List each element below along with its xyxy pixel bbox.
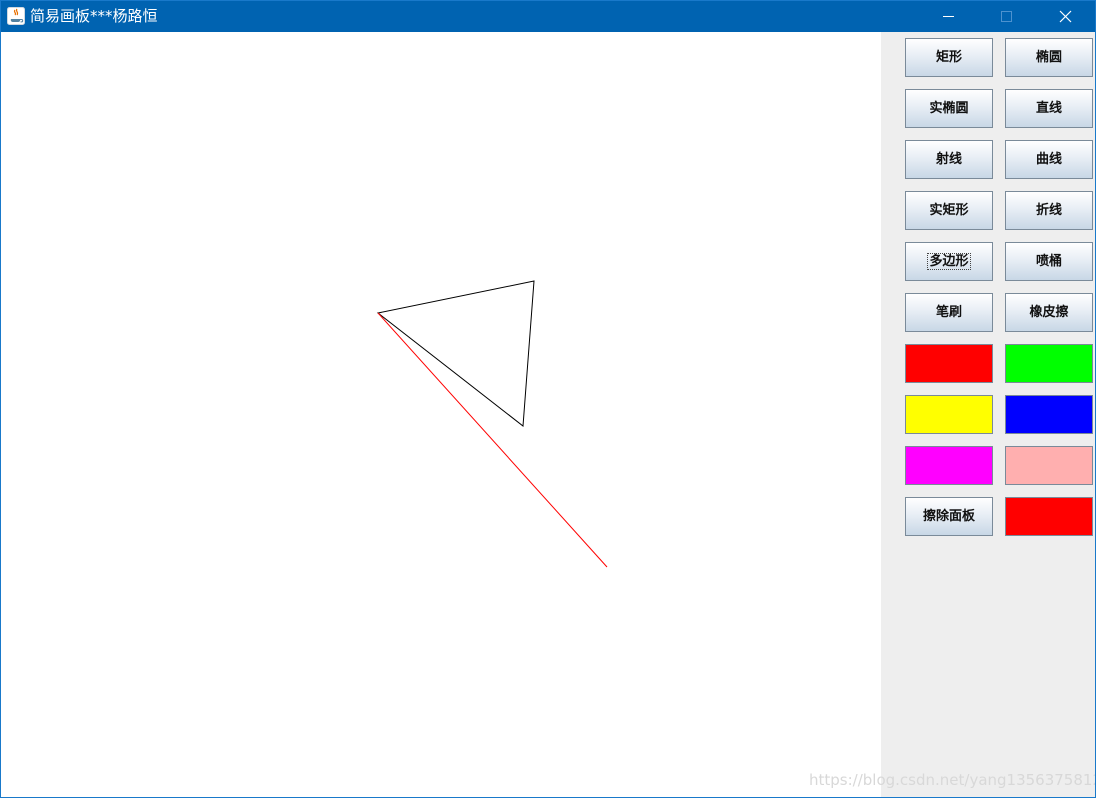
- maximize-icon: [1001, 11, 1012, 22]
- minimize-icon: [943, 16, 954, 17]
- tool-panel: 矩形 椭圆 实椭圆 直线 射线 曲线 实矩形 折线 多边形 喷桶 笔刷 橡皮擦 …: [881, 32, 1095, 797]
- eraser-tool-label: 橡皮擦: [1029, 305, 1069, 320]
- brush-tool-label: 笔刷: [935, 305, 962, 320]
- spray-tool-button[interactable]: 喷桶: [1005, 242, 1093, 281]
- current-color-indicator: [1005, 497, 1093, 536]
- line-tool-label: 直线: [1035, 101, 1062, 116]
- filled-rectangle-tool-button[interactable]: 实矩形: [905, 191, 993, 230]
- window-title: 简易画板***杨路恒: [30, 7, 158, 25]
- filled-oval-tool-label: 实椭圆: [929, 101, 969, 116]
- line-tool-button[interactable]: 直线: [1005, 89, 1093, 128]
- oval-tool-label: 椭圆: [1035, 50, 1062, 65]
- title-bar[interactable]: 简易画板***杨路恒: [1, 1, 1095, 32]
- close-button[interactable]: [1037, 1, 1095, 32]
- drawing-surface: [376, 280, 608, 568]
- drawn-triangle: [376, 280, 535, 427]
- minimize-button[interactable]: [919, 1, 977, 32]
- polyline-tool-button[interactable]: 折线: [1005, 191, 1093, 230]
- maximize-button[interactable]: [977, 1, 1035, 32]
- drawing-canvas[interactable]: [1, 32, 881, 797]
- ray-tool-button[interactable]: 射线: [905, 140, 993, 179]
- color-swatch-red[interactable]: [905, 344, 993, 383]
- polygon-tool-label: 多边形: [927, 253, 971, 270]
- polygon-tool-button[interactable]: 多边形: [905, 242, 993, 281]
- spray-tool-label: 喷桶: [1035, 254, 1062, 269]
- polyline-tool-label: 折线: [1035, 203, 1062, 218]
- app-window: 简易画板***杨路恒 矩形 椭圆 实椭圆 直线 射线 曲线 实矩形 折线 多边形…: [0, 0, 1096, 798]
- clear-canvas-label: 擦除面板: [922, 509, 975, 524]
- clear-canvas-button[interactable]: 擦除面板: [905, 497, 993, 536]
- color-swatch-yellow[interactable]: [905, 395, 993, 434]
- curve-tool-label: 曲线: [1035, 152, 1062, 167]
- java-icon: [7, 7, 25, 25]
- drawn-red-line: [377, 312, 608, 568]
- eraser-tool-button[interactable]: 橡皮擦: [1005, 293, 1093, 332]
- filled-rectangle-tool-label: 实矩形: [929, 203, 969, 218]
- oval-tool-button[interactable]: 椭圆: [1005, 38, 1093, 77]
- color-swatch-magenta[interactable]: [905, 446, 993, 485]
- filled-oval-tool-button[interactable]: 实椭圆: [905, 89, 993, 128]
- close-icon: [1059, 10, 1072, 23]
- ray-tool-label: 射线: [935, 152, 962, 167]
- color-swatch-green[interactable]: [1005, 344, 1093, 383]
- color-swatch-pink[interactable]: [1005, 446, 1093, 485]
- color-swatch-blue[interactable]: [1005, 395, 1093, 434]
- watermark: https://blog.csdn.net/yang13563758128: [809, 771, 1096, 789]
- rectangle-tool-button[interactable]: 矩形: [905, 38, 993, 77]
- curve-tool-button[interactable]: 曲线: [1005, 140, 1093, 179]
- brush-tool-button[interactable]: 笔刷: [905, 293, 993, 332]
- rectangle-tool-label: 矩形: [935, 50, 962, 65]
